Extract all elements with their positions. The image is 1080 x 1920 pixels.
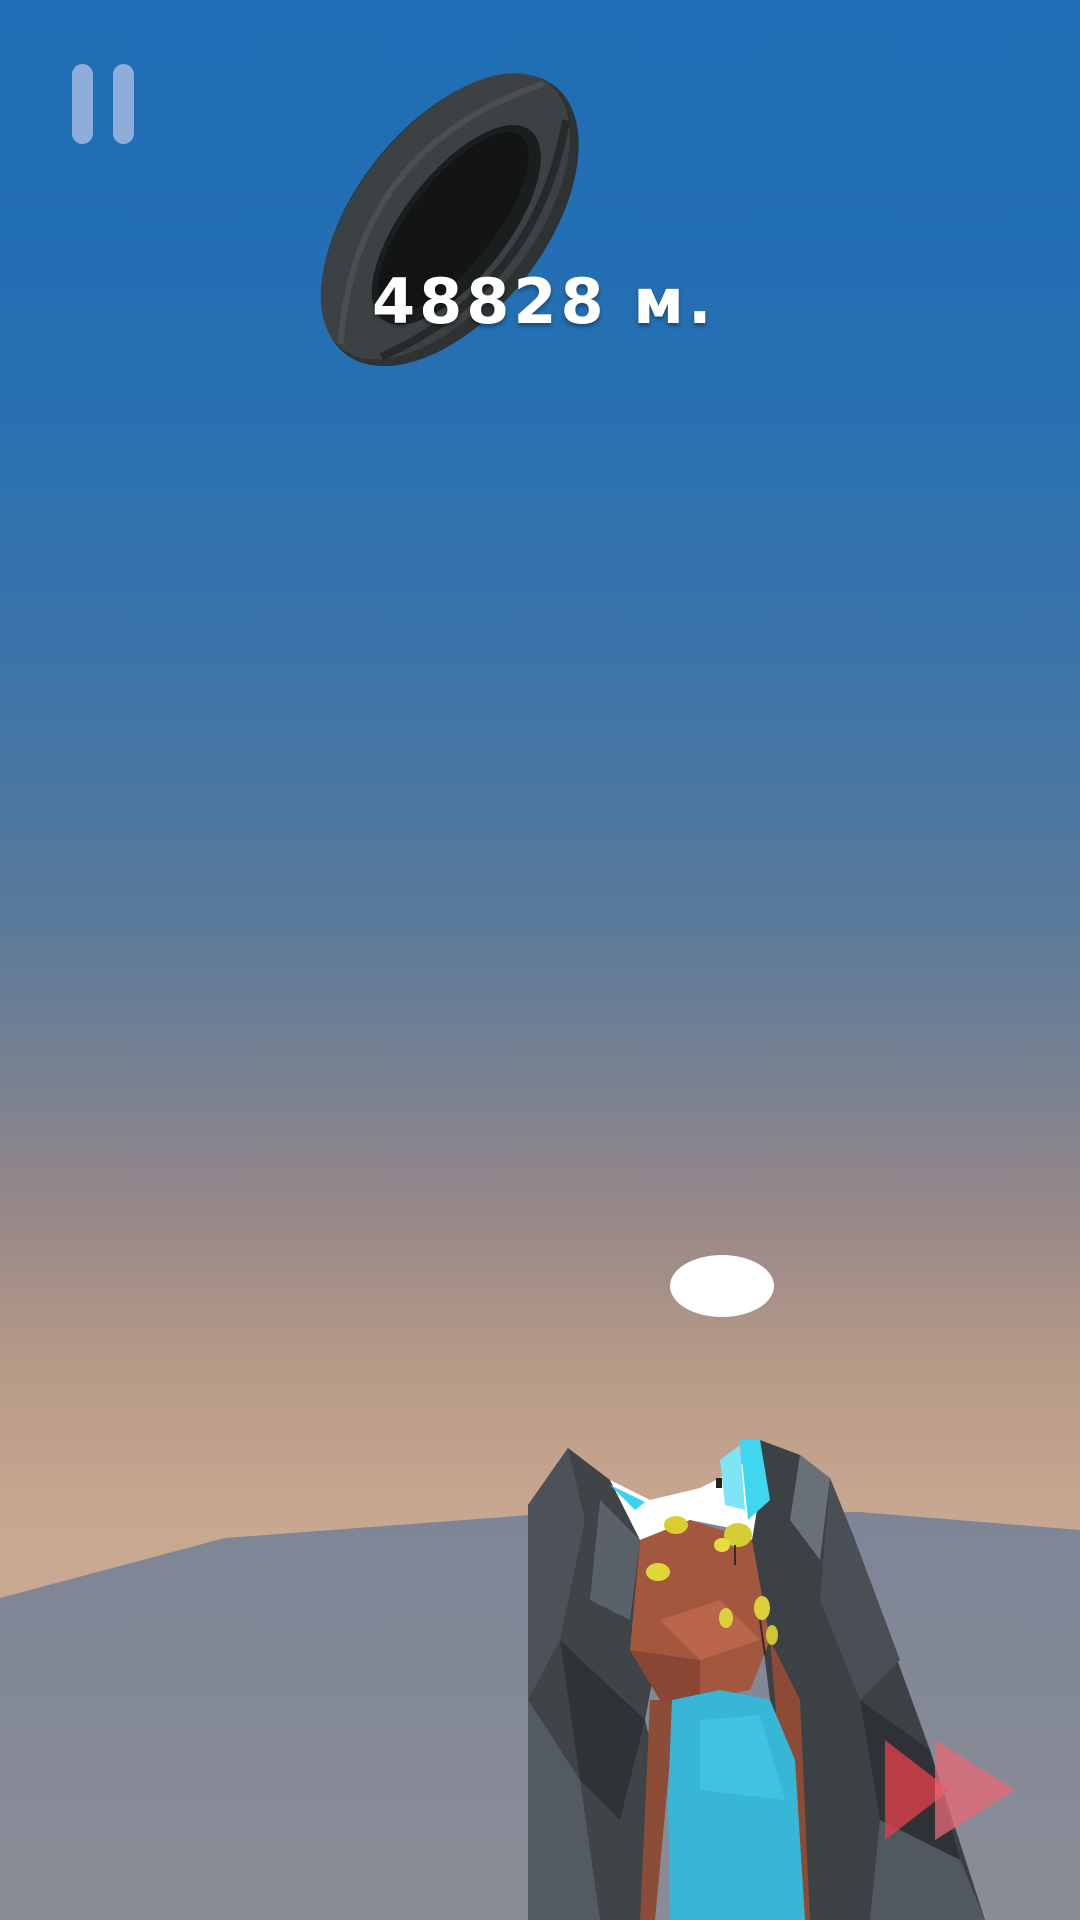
fast-forward-icon: [885, 1740, 1015, 1840]
tire-icon: [300, 40, 600, 400]
skip-button[interactable]: [880, 1735, 1020, 1845]
landing-target: [670, 1255, 774, 1317]
pause-button[interactable]: [72, 64, 136, 144]
distance-score: 48828 м.: [372, 265, 716, 338]
